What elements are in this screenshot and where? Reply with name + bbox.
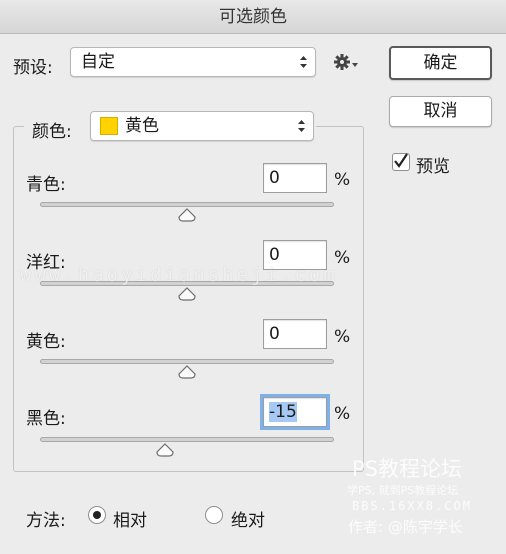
black-slider-thumb[interactable] bbox=[156, 442, 174, 457]
yellow-label: 黄色: bbox=[26, 332, 66, 352]
black-unit: % bbox=[334, 404, 351, 424]
yellow-slider-thumb[interactable] bbox=[178, 364, 196, 379]
cyan-unit: % bbox=[334, 170, 351, 190]
cyan-input[interactable]: 0 bbox=[263, 163, 327, 193]
select-stepper-icon bbox=[297, 118, 306, 134]
black-input[interactable]: -15 bbox=[260, 394, 330, 430]
method-relative-radio[interactable] bbox=[88, 506, 106, 524]
magenta-slider-thumb[interactable] bbox=[178, 286, 196, 301]
site-watermark: www.haoyidiansheji.com bbox=[20, 264, 338, 286]
author-watermark: 作者: @陈宇学长 bbox=[348, 518, 463, 536]
method-absolute-label: 绝对 bbox=[231, 511, 265, 531]
yellow-input[interactable]: 0 bbox=[263, 319, 327, 349]
preset-select[interactable]: 自定 bbox=[70, 47, 316, 77]
ok-button[interactable]: 确定 bbox=[389, 46, 492, 80]
window-title: 可选颜色 bbox=[0, 0, 506, 34]
colors-select[interactable]: 黄色 bbox=[90, 111, 314, 141]
checkmark-icon bbox=[394, 153, 408, 168]
preview-checkbox[interactable] bbox=[392, 153, 410, 171]
black-input-value: -15 bbox=[269, 402, 297, 422]
forum-watermark-subtitle: 学PS, 就到PS教程论坛 bbox=[347, 484, 459, 497]
forum-watermark-title: PS教程论坛 bbox=[352, 457, 462, 481]
yellow-unit: % bbox=[334, 327, 351, 347]
forum-watermark-url: BBS.16XX8.COM bbox=[352, 499, 472, 513]
select-stepper-icon bbox=[299, 54, 308, 70]
color-swatch bbox=[100, 117, 118, 135]
cyan-label: 青色: bbox=[26, 175, 66, 195]
cancel-button[interactable]: 取消 bbox=[389, 96, 492, 127]
preset-options-gear-icon[interactable] bbox=[333, 53, 359, 73]
black-label: 黑色: bbox=[26, 409, 66, 429]
preset-value: 自定 bbox=[81, 52, 115, 72]
method-label: 方法: bbox=[26, 511, 66, 531]
black-slider-track[interactable] bbox=[40, 437, 334, 442]
colors-value: 黄色 bbox=[125, 116, 159, 136]
colors-label: 颜色: bbox=[32, 122, 72, 142]
preview-label: 预览 bbox=[416, 157, 450, 177]
method-relative-label: 相对 bbox=[113, 511, 147, 531]
preset-label: 预设: bbox=[13, 58, 53, 78]
method-absolute-radio[interactable] bbox=[205, 506, 223, 524]
cyan-slider-thumb[interactable] bbox=[178, 207, 196, 222]
